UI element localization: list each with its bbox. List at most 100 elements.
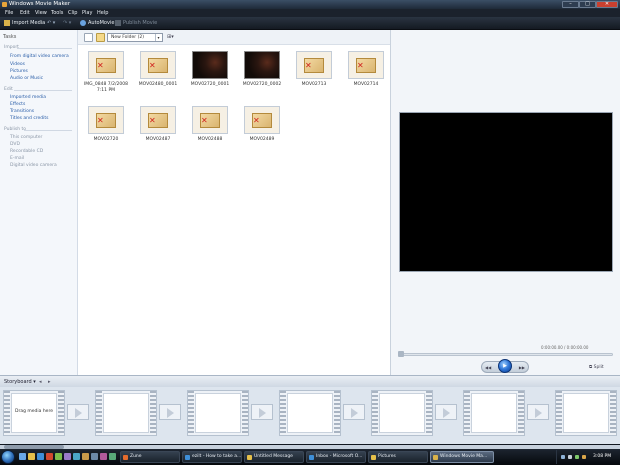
tray-app-icon-2[interactable]: [582, 455, 586, 459]
task-import-pictures[interactable]: Pictures: [10, 69, 28, 74]
storyboard-cell-slot: [379, 393, 425, 433]
task-import-audio[interactable]: Audio or Music: [10, 76, 43, 81]
transition-slot[interactable]: [435, 404, 457, 420]
maximize-button[interactable]: □: [579, 1, 596, 8]
transition-slot[interactable]: [527, 404, 549, 420]
browser-icon[interactable]: [37, 453, 44, 460]
menu-edit[interactable]: Edit: [20, 10, 30, 16]
app-icon-7[interactable]: [109, 453, 116, 460]
media-clip-tile[interactable]: MOV02713: [288, 51, 340, 95]
taskbar-window-button[interactable]: Pictures: [368, 451, 428, 463]
taskbar-window-button[interactable]: Zune: [120, 451, 180, 463]
storyboard-drop-cell[interactable]: Drag media here: [3, 390, 65, 436]
storyboard-cell[interactable]: [279, 390, 341, 436]
menu-file[interactable]: File: [5, 10, 13, 16]
media-clip-tile[interactable]: MOV02489: [236, 106, 288, 150]
task-from-video-camera[interactable]: From digital video camera: [10, 54, 69, 59]
folder-up-icon[interactable]: [96, 33, 105, 42]
transition-slot[interactable]: [67, 404, 89, 420]
undo-icon[interactable]: ↶ ▾: [47, 20, 55, 26]
network-icon[interactable]: [561, 455, 565, 459]
storyboard-cell[interactable]: [463, 390, 525, 436]
folder-icon[interactable]: [28, 453, 35, 460]
taskbar-window-button[interactable]: Inbox - Microsoft O...: [306, 451, 366, 463]
film-strip-edge: [610, 391, 616, 435]
redo-icon[interactable]: ↷ ▾: [63, 20, 71, 26]
task-effects[interactable]: Effects: [10, 102, 25, 107]
storyboard-cell[interactable]: [371, 390, 433, 436]
menu-play[interactable]: Play: [82, 10, 92, 16]
clip-caption: MOV02720_0001: [190, 82, 230, 87]
show-desktop-icon[interactable]: [19, 453, 26, 460]
app-icon-2[interactable]: [64, 453, 71, 460]
storyboard-cell[interactable]: [555, 390, 617, 436]
menu-clip[interactable]: Clip: [68, 10, 77, 16]
taskbar-window-button[interactable]: ezilt - How to take a...: [182, 451, 242, 463]
media-clip-tile[interactable]: IMG_0848 7/2/2008 7:11 PM: [80, 51, 132, 95]
folder-select[interactable]: New Folder (2) ▾: [107, 33, 163, 42]
task-import-videos[interactable]: Videos: [10, 62, 25, 67]
drag-media-hint: Drag media here: [15, 409, 53, 414]
app-icon-5[interactable]: [91, 453, 98, 460]
views-menu-button[interactable]: ⊞▾: [167, 34, 174, 40]
media-clip-tile[interactable]: MOV02720: [80, 106, 132, 150]
media-clip-tile[interactable]: MOV02488: [184, 106, 236, 150]
publish-movie-icon: [115, 20, 121, 26]
close-button[interactable]: ✕: [596, 1, 618, 8]
tasks-toggle-button[interactable]: [84, 33, 93, 42]
play-storyboard-icon[interactable]: ▸: [48, 379, 51, 385]
previous-frame-icon[interactable]: ◀◀: [485, 365, 491, 370]
media-clip-tile[interactable]: MOV02487: [132, 106, 184, 150]
app-icon-4[interactable]: [82, 453, 89, 460]
menu-tools[interactable]: Tools: [51, 10, 63, 16]
menu-view[interactable]: View: [35, 10, 47, 16]
volume-icon[interactable]: [568, 455, 572, 459]
media-clip-tile[interactable]: MOV02720_0001: [184, 51, 236, 95]
transition-slot[interactable]: [251, 404, 273, 420]
import-media-button[interactable]: Import Media: [12, 20, 45, 26]
storyboard-cell[interactable]: [187, 390, 249, 436]
media-icon[interactable]: [46, 453, 53, 460]
taskbar-button-label: Pictures: [378, 454, 396, 459]
start-button[interactable]: [1, 450, 15, 464]
rewind-storyboard-icon[interactable]: ◂: [39, 379, 42, 385]
task-transitions[interactable]: Transitions: [10, 109, 34, 114]
tray-app-icon[interactable]: [575, 455, 579, 459]
split-button[interactable]: ⧉ Split: [589, 364, 604, 370]
missing-file-icon: [148, 58, 168, 73]
seek-bar[interactable]: [399, 353, 613, 356]
task-publish-camera[interactable]: Digital video camera: [10, 163, 57, 168]
app-icon-6[interactable]: [100, 453, 107, 460]
clip-caption: MOV02713: [301, 82, 327, 87]
publish-section-header: Publish to: [4, 127, 26, 132]
next-frame-icon[interactable]: ▶▶: [519, 365, 525, 370]
edit-divider: [14, 90, 72, 91]
menu-help[interactable]: Help: [97, 10, 108, 16]
app-icon[interactable]: [55, 453, 62, 460]
storyboard-cell[interactable]: [95, 390, 157, 436]
task-publish-cd[interactable]: Recordable CD: [10, 149, 43, 154]
transition-slot[interactable]: [159, 404, 181, 420]
play-button[interactable]: ▶: [498, 359, 512, 373]
media-clip-tile[interactable]: MOV02480_0001: [132, 51, 184, 95]
publish-movie-button[interactable]: Publish Movie: [123, 20, 157, 26]
task-titles-credits[interactable]: Titles and credits: [10, 116, 49, 121]
transition-slot[interactable]: [343, 404, 365, 420]
media-clip-tile[interactable]: MOV02714: [340, 51, 392, 95]
app-icon-3[interactable]: [73, 453, 80, 460]
task-imported-media[interactable]: Imported media: [10, 95, 46, 100]
seek-thumb[interactable]: [398, 351, 404, 357]
chevron-down-icon: ▾: [155, 34, 161, 41]
task-publish-computer[interactable]: This computer: [10, 135, 42, 140]
storyboard-view-menu[interactable]: Storyboard ▾: [4, 379, 36, 385]
film-strip-edge: [556, 391, 562, 435]
task-publish-email[interactable]: E-mail: [10, 156, 24, 161]
missing-file-icon: [148, 113, 168, 128]
task-publish-dvd[interactable]: DVD: [10, 142, 20, 147]
media-clip-tile[interactable]: MOV02720_0002: [236, 51, 288, 95]
automovie-button[interactable]: AutoMovie: [88, 20, 114, 26]
taskbar-window-button[interactable]: Windows Movie Ma...: [430, 451, 494, 463]
minimize-button[interactable]: –: [562, 1, 579, 8]
split-label: Split: [593, 365, 604, 370]
taskbar-window-button[interactable]: Untitled Message: [244, 451, 304, 463]
